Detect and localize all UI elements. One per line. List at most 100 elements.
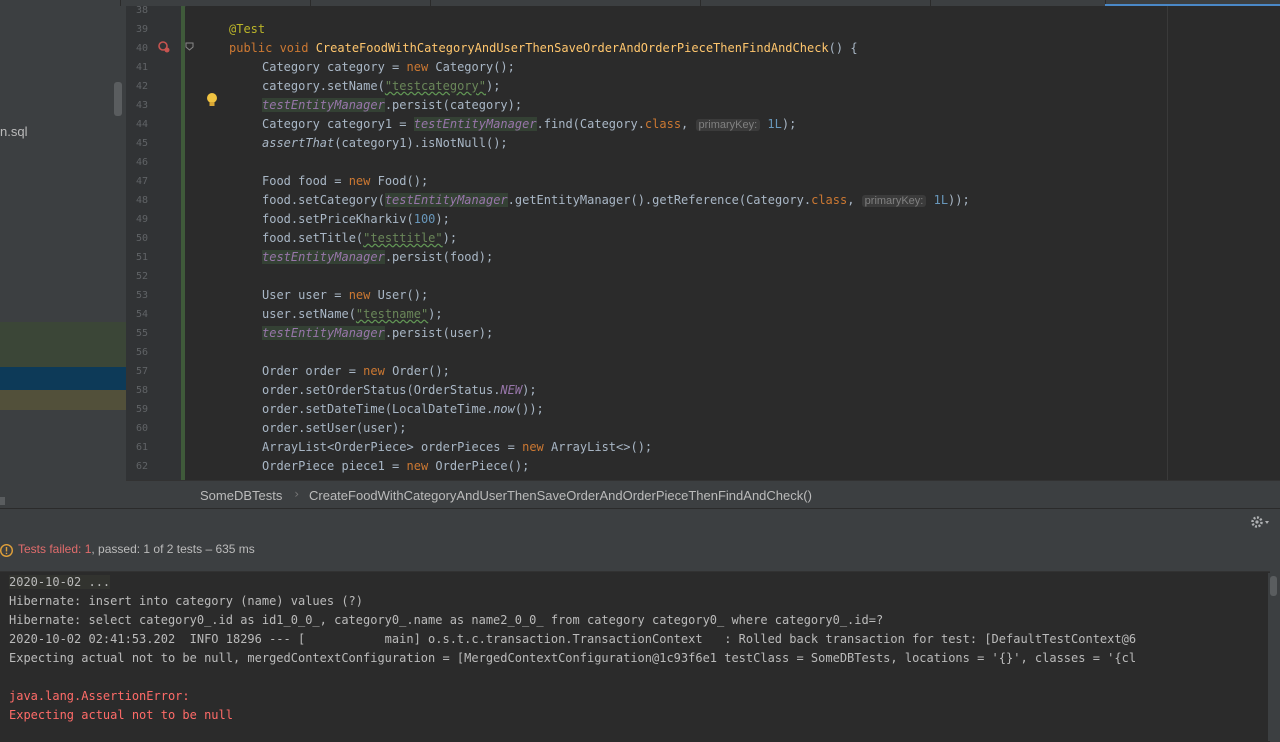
line-number: 51 [135,252,148,263]
code-text: food.setCategory( [262,193,385,207]
line-number: 39 [135,24,148,35]
annotation-token: @Test [229,22,266,36]
string-token: "testname" [355,307,429,321]
line-number: 44 [135,119,148,130]
code-line[interactable]: testEntityManager.persist(user); [262,326,493,340]
keyword-token: new [348,288,378,302]
code-line[interactable]: Order order = new Order(); [262,364,450,378]
line-number: 62 [135,461,148,472]
code-text: Food(); [377,174,429,188]
breadcrumb-method[interactable]: CreateFoodWithCategoryAndUserThenSaveOrd… [309,488,812,503]
code-line[interactable]: order.setUser(user); [262,421,407,435]
breadcrumb-class[interactable]: SomeDBTests [200,488,282,503]
number-token: 100 [413,212,436,226]
code-text: order.setOrderStatus(OrderStatus. [262,383,501,397]
code-text: Category(); [435,60,515,74]
gear-icon[interactable] [1250,514,1270,530]
static-method-token: assertThat [262,136,335,150]
code-line[interactable]: @Test [229,22,265,36]
code-text: User(); [377,288,429,302]
code-text: food.setTitle( [262,231,364,245]
line-number: 53 [135,290,148,301]
test-status: Tests failed: 1, passed: 1 of 2 tests – … [0,542,255,557]
code-text: .persist(user); [384,326,494,340]
line-number: 60 [135,423,148,434]
editor-right-area [1168,6,1280,480]
number-token: 1L [767,117,782,131]
sidebar-scrollbar[interactable] [114,82,122,116]
console-line: Hibernate: select category0_.id as id1_0… [9,613,884,627]
line-number: 43 [135,100,148,111]
keyword-token: public void [229,41,316,55]
keyword-token: new [406,459,436,473]
project-tree-row[interactable] [0,322,126,367]
project-tree-file-label[interactable]: n.sql [0,124,27,139]
line-number: 56 [135,347,148,358]
line-number: 47 [135,176,148,187]
code-line[interactable]: Food food = new Food(); [262,174,428,188]
code-text: (category1).isNotNull(); [334,136,508,150]
code-line[interactable]: order.setOrderStatus(OrderStatus.NEW); [262,383,537,397]
tests-summary: , passed: 1 of 2 tests – 635 ms [91,542,255,556]
project-tree-row-selected[interactable] [0,367,126,390]
code-line[interactable]: assertThat(category1).isNotNull(); [262,136,508,150]
code-line[interactable]: OrderPiece piece1 = new OrderPiece(); [262,459,529,473]
code-text: ); [435,212,450,226]
code-text: ArrayList<OrderPiece> orderPieces = [262,440,523,454]
field-token: testEntityManager [262,98,385,112]
line-number: 46 [135,157,148,168]
tests-failed-count: Tests failed: 1 [18,542,92,556]
code-line[interactable]: food.setPriceKharkiv(100); [262,212,450,226]
code-line[interactable]: Category category1 = testEntityManager.f… [262,117,796,131]
console-line: 2020-10-02 02:41:53.202 INFO 18296 --- [… [9,632,1137,646]
code-text: category.setName( [262,79,385,93]
code-line[interactable]: testEntityManager.persist(category); [262,98,522,112]
code-text: .persist(category); [384,98,523,112]
keyword-token: new [363,364,393,378]
code-line[interactable]: food.setCategory(testEntityManager.getEn… [262,193,970,207]
code-line[interactable]: testEntityManager.persist(food); [262,250,493,264]
code-text: Category category1 = [262,117,414,131]
code-text: .find(Category. [536,117,645,131]
code-text: food.setPriceKharkiv( [262,212,414,226]
code-text: ()); [514,402,544,416]
code-text: , [847,193,862,207]
code-text: user.setName( [262,307,356,321]
code-line[interactable]: order.setDateTime(LocalDateTime.now()); [262,402,544,416]
code-line[interactable]: ArrayList<OrderPiece> orderPieces = new … [262,440,652,454]
test-failed-run-icon[interactable] [158,41,170,53]
parameter-hint: primaryKey: [861,195,927,207]
code-text: ); [428,307,443,321]
console-scrollbar-thumb[interactable] [1270,576,1277,596]
console-error-line: Expecting actual not to be null [9,708,233,722]
field-token: testEntityManager [384,193,508,207]
lightbulb-icon[interactable] [205,92,219,108]
line-number: 58 [135,385,148,396]
code-text: .persist(food); [384,250,494,264]
code-text: () { [828,41,858,55]
code-line[interactable]: food.setTitle("testtitle"); [262,231,457,245]
code-line[interactable]: Category category = new Category(); [262,60,515,74]
console-scrollbar[interactable] [1268,573,1278,741]
code-line[interactable]: category.setName("testcategory"); [262,79,500,93]
vcs-change-marker[interactable] [181,6,185,480]
fold-icon[interactable] [185,42,194,51]
line-number: 61 [135,442,148,453]
line-number: 41 [135,62,148,73]
console-line: Hibernate: insert into category (name) v… [9,594,364,608]
console-line: 2020-10-02 ... [9,575,111,589]
project-tree-row[interactable] [0,390,126,410]
console-line: Expecting actual not to be null, mergedC… [9,651,1137,665]
code-text: Order order = [262,364,364,378]
code-text: ArrayList<>(); [551,440,653,454]
sidebar-scrollbar-horizontal[interactable] [0,497,5,505]
code-line[interactable]: public void CreateFoodWithCategoryAndUse… [229,41,858,55]
keyword-token: new [348,174,378,188]
warning-icon [0,544,13,557]
line-number: 59 [135,404,148,415]
code-text: OrderPiece(); [435,459,530,473]
code-line[interactable]: User user = new User(); [262,288,428,302]
keyword-token: new [522,440,551,454]
code-line[interactable]: user.setName("testname"); [262,307,443,321]
line-number: 42 [135,81,148,92]
